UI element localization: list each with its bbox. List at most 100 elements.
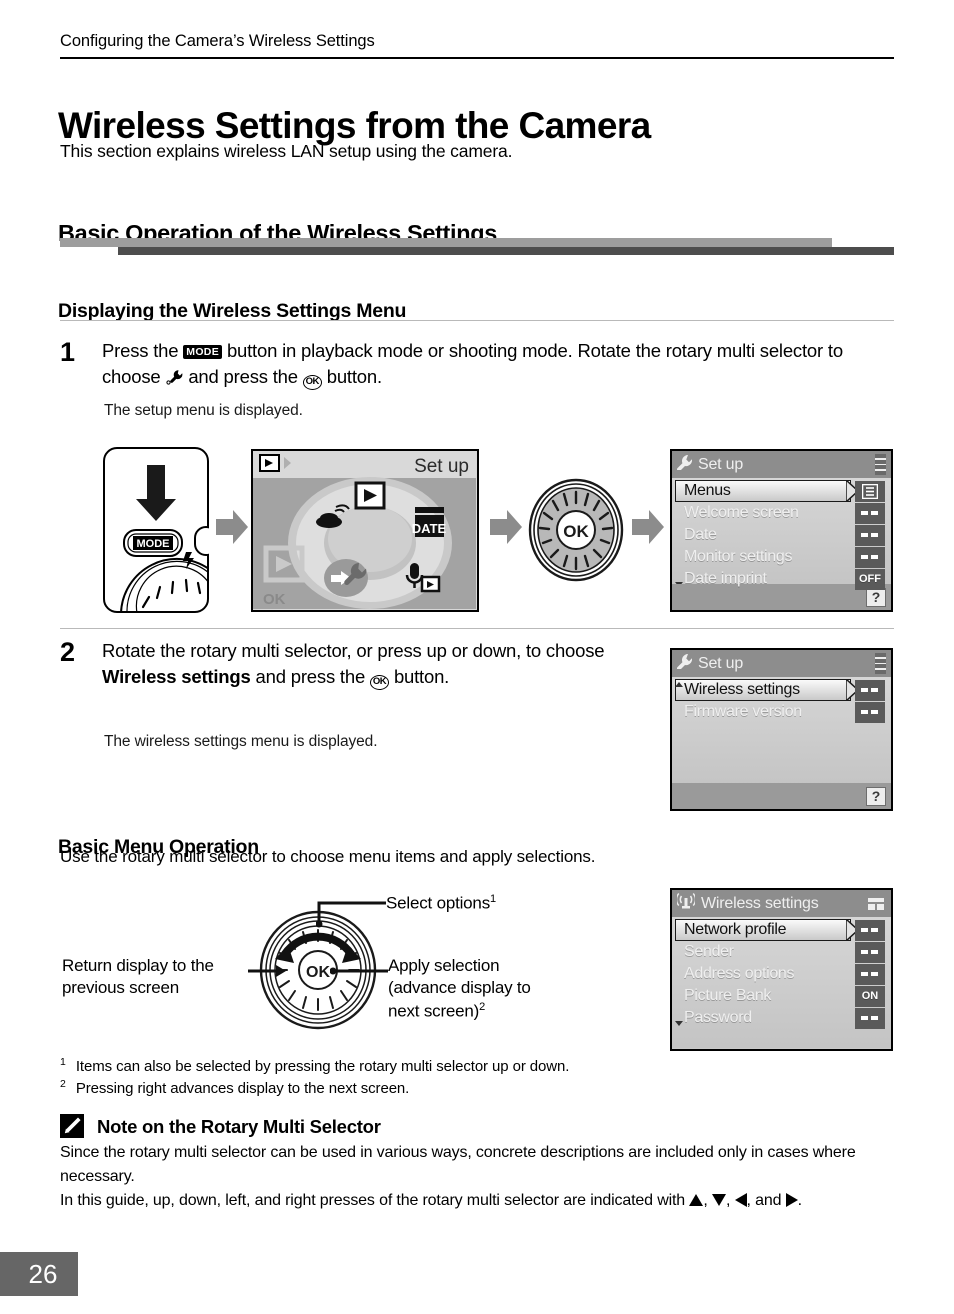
svg-text:Set up: Set up xyxy=(414,456,469,477)
badge-placeholder xyxy=(855,679,885,701)
help-badge[interactable]: ? xyxy=(866,786,886,806)
badge-placeholder xyxy=(855,1007,885,1029)
menu-item-firmware-version[interactable]: Firmware version xyxy=(672,701,891,723)
badge-placeholder xyxy=(855,919,885,941)
step-1-note: The setup menu is displayed. xyxy=(104,402,303,419)
flow-arrow-1 xyxy=(216,510,248,549)
menu-item-menus[interactable]: Menus xyxy=(672,478,891,504)
callout-leader-right xyxy=(329,964,390,982)
menu-item-label: Monitor settings xyxy=(684,548,793,565)
step-2-text-part2: and press the xyxy=(250,666,370,688)
menu-item-sender[interactable]: Sender xyxy=(672,941,891,963)
rotary-multi-selector-wheel-1: OK xyxy=(528,478,624,587)
callout-select-options: Select options1 xyxy=(386,892,496,915)
setup-screen-1-list: Menus Welcome screen Date Monitor settin… xyxy=(672,478,891,590)
running-head: Configuring the Camera’s Wireless Settin… xyxy=(60,32,375,50)
ok-button-icon: OK xyxy=(302,375,322,391)
svg-text:OK: OK xyxy=(263,591,286,608)
wireless-settings-screen[interactable]: Wireless settings Network profile Sender… xyxy=(670,888,893,1051)
scrollbar-indicator[interactable] xyxy=(875,653,886,674)
menu-item-label: Menus xyxy=(684,482,731,499)
help-badge[interactable]: ? xyxy=(866,587,886,607)
connection-status-icon xyxy=(868,897,884,915)
setup-screen-2-titlebar: Set up xyxy=(672,650,891,677)
badge-off: OFF xyxy=(855,568,885,590)
step-2-text-part1: Rotate the rotary multi selector, or pre… xyxy=(102,640,605,661)
step-1-text-part3: and press the xyxy=(183,366,303,388)
badge-menu-list-icon xyxy=(855,480,885,502)
menu-item-date[interactable]: Date xyxy=(672,524,891,546)
page-number: 26 xyxy=(0,1252,78,1296)
callout-apply-selection: Apply selection (advance display to next… xyxy=(388,955,598,1023)
menu-item-label: Welcome screen xyxy=(684,504,799,521)
basic-menu-intro: Use the rotary multi selector to choose … xyxy=(60,847,596,866)
menu-item-wireless-settings[interactable]: Wireless settings xyxy=(672,677,891,703)
deco-bar-dark xyxy=(118,247,894,255)
setup-menu-screen-2[interactable]: Set up Wireless settings Firmware versio… xyxy=(670,648,893,811)
footnote-1-text: Items can also be selected by pressing t… xyxy=(75,1058,570,1075)
step-2-text-part3: button. xyxy=(389,666,450,688)
arrow-left-icon xyxy=(734,1193,747,1207)
scrollbar-indicator[interactable] xyxy=(875,454,886,475)
menu-item-label: Picture Bank xyxy=(684,987,772,1004)
note-para2-c: , xyxy=(725,1192,735,1209)
svg-text:OK: OK xyxy=(306,964,330,981)
wireless-screen-titlebar: Wireless settings xyxy=(672,890,891,917)
callout-leader-left xyxy=(248,963,292,984)
badge-placeholder xyxy=(855,546,885,568)
page-title: Wireless Settings from the Camera xyxy=(58,104,651,146)
camera-body-illustration: MODE xyxy=(103,447,218,614)
menu-item-picture-bank[interactable]: Picture Bank ON xyxy=(672,985,891,1007)
deco-bar-light xyxy=(60,238,832,247)
footnote-1: 1 Items can also be selected by pressing… xyxy=(60,1056,760,1075)
callout-apply-line-1: Apply selection xyxy=(388,956,500,975)
setup-menu-screen-1[interactable]: Set up Menus Welcome screen Date Monitor… xyxy=(670,449,893,612)
callout-apply-line-3: next screen) xyxy=(388,1001,480,1021)
menu-item-address-options[interactable]: Address options xyxy=(672,963,891,985)
badge-placeholder xyxy=(855,963,885,985)
arrow-up-icon xyxy=(689,1194,704,1206)
menu-item-network-profile[interactable]: Network profile xyxy=(672,917,891,943)
wireless-screen-list: Network profile Sender Address options P… xyxy=(672,917,891,1048)
menu-item-monitor-settings[interactable]: Monitor settings xyxy=(672,546,891,568)
wrench-icon xyxy=(677,653,693,674)
note-para2-e: . xyxy=(797,1192,802,1209)
callout-return-line-1: Return display to the xyxy=(62,956,214,975)
mode-dial-screen: Set up OK DATE xyxy=(251,449,479,612)
page-subtitle: This section explains wireless LAN setup… xyxy=(60,141,513,161)
running-head-rule xyxy=(60,57,894,59)
step-1-text-part4: button. xyxy=(321,366,382,388)
footnote-1-marker: 1 xyxy=(60,1056,66,1068)
footnote-2-text: Pressing right advances display to the n… xyxy=(75,1080,410,1097)
rule-above-step-2 xyxy=(60,628,894,629)
menu-item-password[interactable]: Password xyxy=(672,1007,891,1029)
arrow-down-icon xyxy=(711,1194,726,1206)
step-1-text-part1: Press the xyxy=(102,340,184,361)
footnote-2: 2 Pressing right advances display to the… xyxy=(60,1078,760,1097)
rule-above-step-1 xyxy=(60,320,894,321)
menu-item-label: Date imprint xyxy=(684,570,767,587)
callout-return-line-2: previous screen xyxy=(62,978,180,998)
callout-select-options-text: Select options xyxy=(386,893,490,913)
mode-button-icon: MODE xyxy=(183,345,222,359)
setup-screen-2-title: Set up xyxy=(698,654,744,672)
menu-item-label: Wireless settings xyxy=(684,681,800,698)
menu-item-welcome-screen[interactable]: Welcome screen xyxy=(672,502,891,524)
note-paragraph-2: In this guide, up, down, left, and right… xyxy=(60,1189,896,1213)
badge-placeholder xyxy=(855,941,885,963)
callout-select-options-sup: 1 xyxy=(490,893,496,905)
step-2-text: Rotate the rotary multi selector, or pre… xyxy=(102,638,662,691)
note-heading: Note on the Rotary Multi Selector xyxy=(97,1116,381,1137)
note-para2-a: In this guide, up, down, left, and right… xyxy=(60,1192,690,1209)
wireless-screen-title: Wireless settings xyxy=(701,894,819,912)
note-paragraph-1: Since the rotary multi selector can be u… xyxy=(60,1144,856,1185)
step-1-text: Press the MODE button in playback mode o… xyxy=(102,338,862,391)
svg-text:DATE: DATE xyxy=(412,521,447,536)
menu-item-label: Firmware version xyxy=(684,703,802,720)
scroll-up-arrow-icon xyxy=(675,682,683,687)
svg-text:OK: OK xyxy=(563,522,589,541)
note-para2-b: , xyxy=(703,1192,712,1209)
note-para2-d: , and xyxy=(746,1192,786,1209)
flow-arrow-2 xyxy=(490,510,522,549)
menu-item-label: Date xyxy=(684,526,717,543)
